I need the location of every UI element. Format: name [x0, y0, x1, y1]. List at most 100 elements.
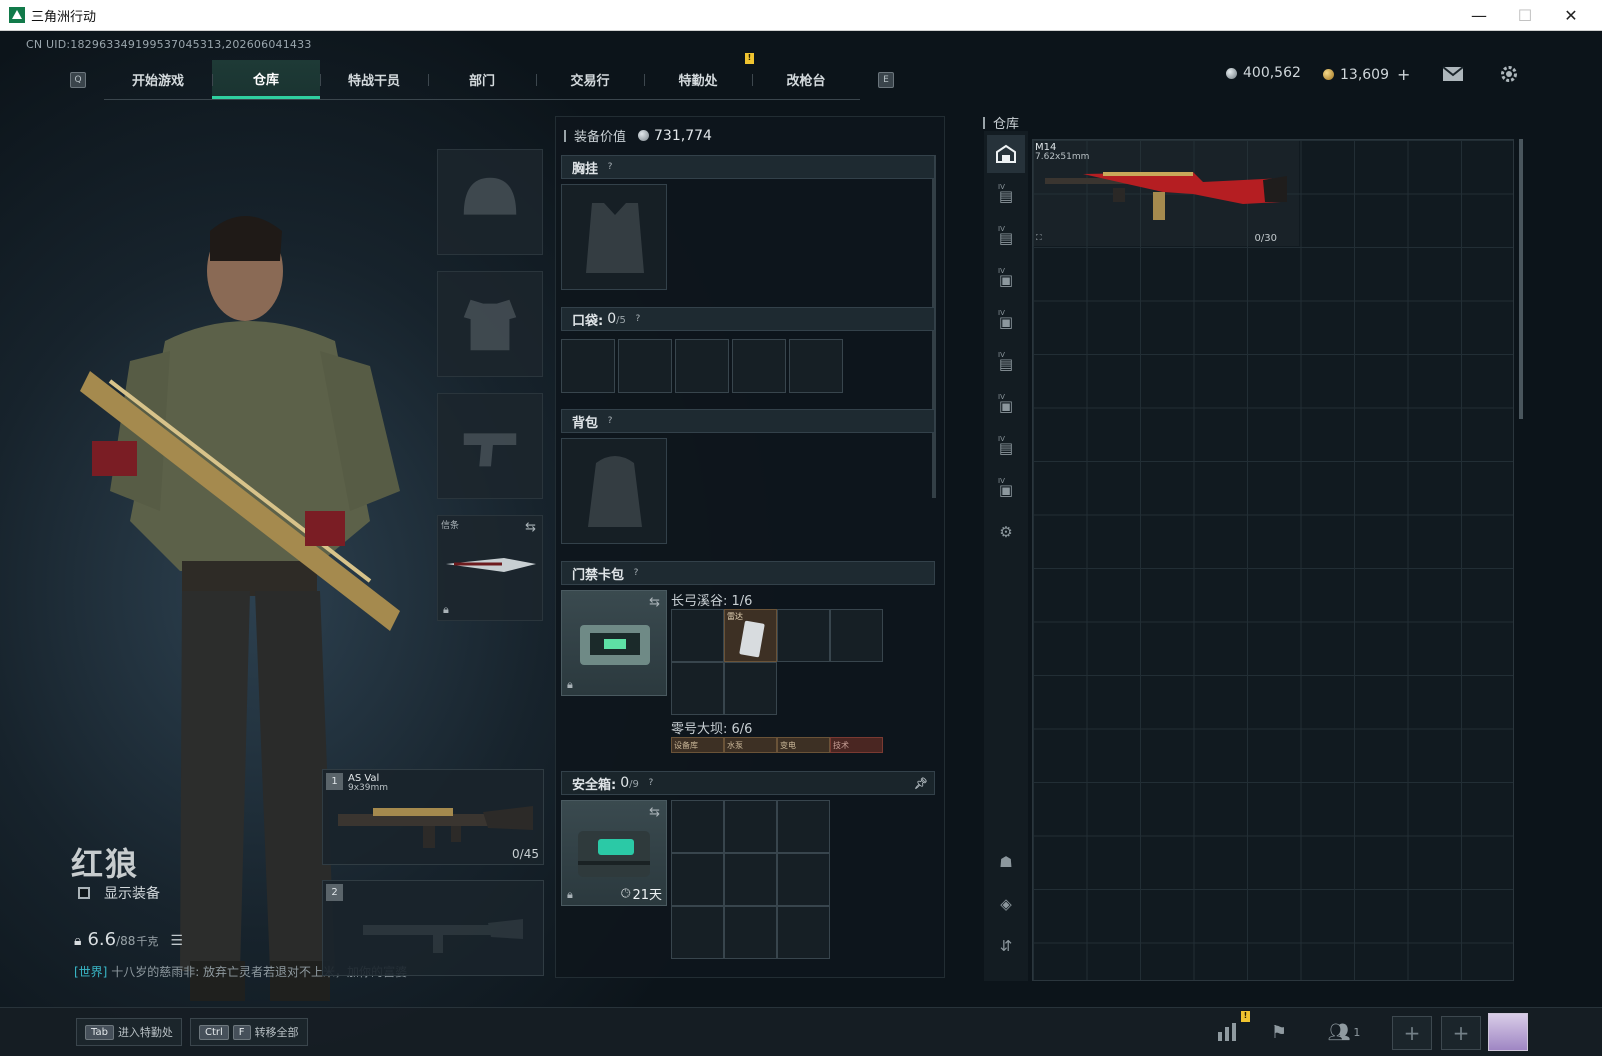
tab-warehouse[interactable]: 仓库 — [212, 60, 320, 99]
stash-item-m14[interactable]: M14 7.62x51mm ⛶ 0/30 — [1033, 140, 1299, 246]
bottom-bar: Tab 进入特勤处 Ctrl F 转移全部 ! ⚑ 👥︎ 1 + + — [0, 1007, 1602, 1056]
help-icon[interactable]: ? — [632, 313, 644, 325]
stash-tab-5[interactable]: IV ▤ — [987, 345, 1025, 383]
keycard-cell[interactable] — [671, 609, 724, 662]
enter-special-ops-hint[interactable]: Tab 进入特勤处 — [76, 1018, 182, 1046]
silver-coin-icon — [638, 130, 650, 141]
safe-box-cell[interactable] — [777, 853, 830, 906]
safe-box-cell[interactable] — [671, 906, 724, 959]
pocket-cell[interactable] — [732, 339, 786, 393]
swap-icon[interactable]: ⇆ — [525, 520, 536, 535]
keycard-cell[interactable]: 技术 — [830, 737, 883, 753]
invite-slot-2[interactable]: + — [1441, 1016, 1481, 1050]
squad-icon[interactable]: 👥︎ 1 — [1324, 1020, 1364, 1044]
melee-slot-label: 信条 — [441, 521, 460, 531]
keycard-cell[interactable]: 变电 — [777, 737, 830, 753]
settings-gear-icon[interactable] — [1498, 64, 1520, 84]
nav-prev-key[interactable]: Q — [70, 72, 86, 88]
stash-title-label: 仓库 — [993, 117, 1020, 132]
pin-icon[interactable]: 📌︎ — [914, 777, 928, 790]
swap-icon[interactable]: ⇆ — [649, 595, 660, 610]
chest-rig-slot[interactable] — [561, 184, 667, 290]
safe-box-cell[interactable] — [724, 800, 777, 853]
stash-settings-gear-icon[interactable]: ⚙ — [987, 513, 1025, 551]
stash-tab-4[interactable]: IV ▣ — [987, 303, 1025, 341]
keycard-cell[interactable] — [671, 662, 724, 715]
player-avatar[interactable] — [1488, 1013, 1528, 1051]
show-equipment-checkbox[interactable] — [78, 887, 90, 899]
keycard-cell[interactable] — [777, 609, 830, 662]
help-icon[interactable]: ? — [630, 567, 642, 579]
keycard-cell[interactable] — [724, 662, 777, 715]
stash-layers-icon[interactable]: ◈ — [987, 885, 1025, 923]
helmet-slot[interactable] — [437, 149, 543, 255]
tab-special-ops[interactable]: 特勤处 — [644, 60, 752, 99]
pocket-cell[interactable] — [789, 339, 843, 393]
pocket-cell[interactable] — [618, 339, 672, 393]
pocket-cell[interactable] — [675, 339, 729, 393]
stash-all-tab[interactable] — [987, 135, 1025, 173]
keycard-case-item[interactable]: ⇆ 🔒︎ — [561, 590, 667, 696]
helmet-placeholder-icon — [463, 177, 517, 215]
backpack-label: 背包 — [572, 415, 599, 431]
safe-box-cell[interactable] — [671, 800, 724, 853]
add-gold-button[interactable]: + — [1397, 65, 1410, 84]
stash-tab-2[interactable]: IV ▤ — [987, 219, 1025, 257]
keycard-cell[interactable]: 设备库 — [671, 737, 724, 753]
keycard-header: 门禁卡包 ? — [561, 561, 935, 585]
backpack-slot[interactable] — [561, 438, 667, 544]
tab-market[interactable]: 交易行 — [536, 60, 644, 99]
safe-box-cell[interactable] — [671, 853, 724, 906]
body-armor-slot[interactable] — [437, 271, 543, 377]
weight-max: /88 — [116, 934, 136, 948]
stash-tab-8[interactable]: IV ▣ — [987, 471, 1025, 509]
stash-grid[interactable] — [1032, 139, 1514, 981]
tab-gunsmith[interactable]: 改枪台 — [752, 60, 860, 99]
stats-chart-icon[interactable] — [1214, 1020, 1240, 1044]
mail-icon[interactable] — [1442, 64, 1464, 84]
stash-tab-1[interactable]: IV ▤ — [987, 177, 1025, 215]
maximize-button[interactable]: ☐ — [1502, 0, 1548, 31]
invite-slot-1[interactable]: + — [1392, 1016, 1432, 1050]
stash-person-icon[interactable]: ☗ — [987, 843, 1025, 881]
stash-sort-icon[interactable]: ⇵ — [987, 927, 1025, 965]
main-nav: Q 开始游戏 仓库 特战干员 部门 交易行 特勤处 改枪台 E — [70, 58, 894, 102]
primary-weapon-slot[interactable]: 1 AS Val 9x39mm 0/45 — [322, 769, 544, 865]
help-icon[interactable]: ? — [604, 161, 616, 173]
safe-box-cell[interactable] — [777, 906, 830, 959]
close-button[interactable]: ✕ — [1548, 0, 1594, 31]
keycard-zone-2: 零号大坝: 6/6 — [671, 722, 753, 737]
list-icon[interactable]: ☰ — [170, 933, 183, 949]
flag-icon[interactable]: ⚑ — [1266, 1020, 1292, 1044]
safe-box-cell[interactable] — [724, 906, 777, 959]
chest-rig-placeholder-icon — [586, 203, 644, 273]
tab-department[interactable]: 部门 — [428, 60, 536, 99]
keycard-cell[interactable]: 水泵 — [724, 737, 777, 753]
stash-scrollbar[interactable] — [1519, 139, 1523, 419]
safe-box-item[interactable]: ⇆ 🔒︎ 🕒︎ 21天 — [561, 800, 667, 906]
tab-operators[interactable]: 特战干员 — [320, 60, 428, 99]
keycard-cell[interactable]: 雷达 — [724, 609, 777, 662]
tab-start-game[interactable]: 开始游戏 — [104, 60, 212, 99]
show-equipment-toggle[interactable]: 显示装备 — [78, 883, 160, 903]
stash-item-ammo: 0/30 — [1254, 233, 1277, 244]
melee-slot[interactable]: 信条 ⇆ 🔒︎ — [437, 515, 543, 621]
pocket-count: 0 — [607, 311, 617, 327]
stash-tab-7[interactable]: IV ▤ — [987, 429, 1025, 467]
secondary-weapon-slot[interactable]: 2 — [322, 880, 544, 976]
sidearm-slot[interactable] — [437, 393, 543, 499]
keycard-cell[interactable] — [830, 609, 883, 662]
nav-next-key[interactable]: E — [878, 72, 894, 88]
safe-box-label: 安全箱: — [572, 777, 617, 793]
help-icon[interactable]: ? — [645, 777, 657, 789]
stash-tab-6[interactable]: IV ▣ — [987, 387, 1025, 425]
safe-box-cell[interactable] — [777, 800, 830, 853]
help-icon[interactable]: ? — [604, 415, 616, 427]
transfer-all-hint[interactable]: Ctrl F 转移全部 — [190, 1018, 308, 1046]
safe-box-cell[interactable] — [724, 853, 777, 906]
stash-tab-3[interactable]: IV ▣ — [987, 261, 1025, 299]
gold-amount: 13,609 — [1340, 66, 1389, 83]
pocket-cell[interactable] — [561, 339, 615, 393]
minimize-button[interactable]: — — [1456, 0, 1502, 31]
swap-icon[interactable]: ⇆ — [649, 805, 660, 820]
